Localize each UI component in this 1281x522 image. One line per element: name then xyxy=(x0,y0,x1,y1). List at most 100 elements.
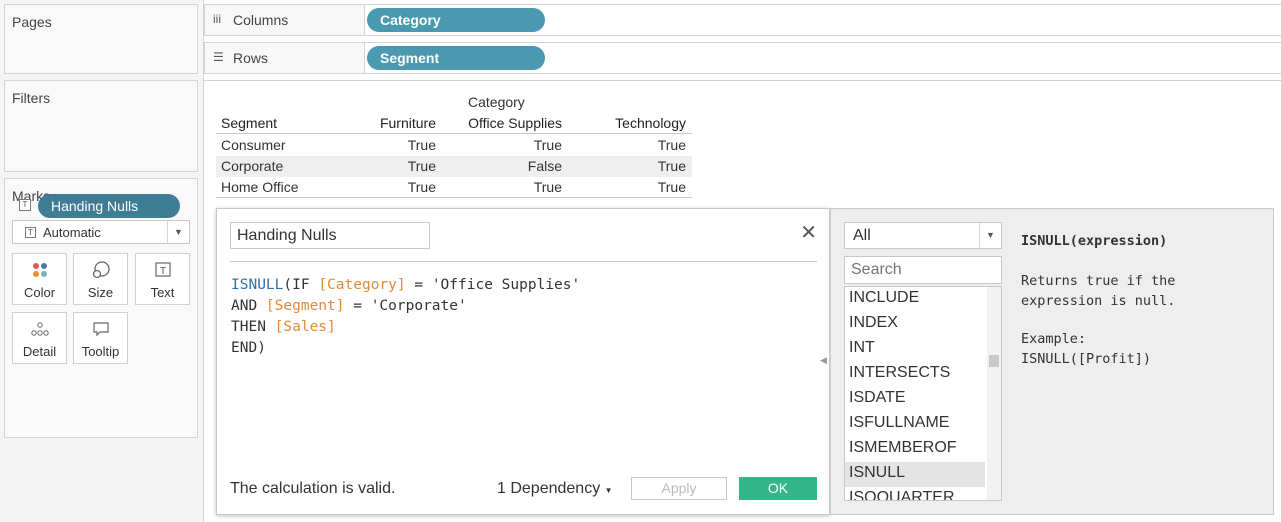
example-code: ISNULL([Profit]) xyxy=(1021,351,1152,367)
dependency-dropdown[interactable]: 1 Dependency ▼ xyxy=(497,480,613,498)
tooltip-label: Tooltip xyxy=(81,344,120,359)
list-item[interactable]: ISFULLNAME xyxy=(845,412,985,437)
table-cell[interactable]: True xyxy=(452,179,562,195)
size-button[interactable]: Size xyxy=(73,253,128,305)
mark-type-dropdown[interactable]: T Automatic ▼ xyxy=(12,220,190,244)
column-group-header: Category xyxy=(468,94,525,110)
table-cell[interactable]: True xyxy=(366,179,436,195)
formula-line[interactable]: THEN [Sales] xyxy=(231,317,580,338)
function-signature: ISNULL(expression) xyxy=(1021,233,1168,249)
list-item[interactable]: INDEX xyxy=(845,312,985,337)
columns-icon: iii xyxy=(213,12,221,26)
col-header[interactable]: Office Supplies xyxy=(452,115,562,131)
category-pill[interactable]: Category xyxy=(367,8,545,32)
rows-shelf-label: ☰ Rows xyxy=(205,43,365,73)
row-label[interactable]: Home Office xyxy=(221,179,299,195)
color-button[interactable]: Color xyxy=(12,253,67,305)
list-item[interactable]: ISDATE xyxy=(845,387,985,412)
calculation-name-input[interactable] xyxy=(230,222,430,249)
function-reference-panel: ◀ All ▼ INCLUDE INDEX INT INTERSECTS ISD… xyxy=(820,208,1274,515)
table-cell[interactable]: True xyxy=(576,137,686,153)
dependency-label: 1 Dependency xyxy=(497,480,601,497)
list-item[interactable]: INT xyxy=(845,337,985,362)
col-header[interactable]: Technology xyxy=(576,115,686,131)
row-label[interactable]: Consumer xyxy=(221,137,286,153)
formula-line[interactable]: END) xyxy=(231,338,580,359)
calculation-editor-dialog: ✕ ISNULL(IF [Category] = 'Office Supplie… xyxy=(216,208,830,515)
color-dots-icon xyxy=(13,260,66,280)
color-label: Color xyxy=(23,285,56,300)
detail-label: Detail xyxy=(22,344,57,359)
collapse-panel-icon[interactable]: ◀ xyxy=(820,355,827,366)
detail-icon xyxy=(13,319,66,339)
ok-button[interactable]: OK xyxy=(739,477,817,500)
rows-shelf[interactable]: ☰ Rows Segment xyxy=(204,42,1281,74)
columns-shelf[interactable]: iii Columns Category xyxy=(204,4,1281,36)
formula-token: END) xyxy=(231,340,266,356)
table-row: Consumer True True True xyxy=(216,135,692,156)
tooltip-button[interactable]: Tooltip xyxy=(73,312,128,364)
columns-label: Columns xyxy=(233,12,289,28)
formula-token: (IF xyxy=(283,277,319,293)
table-row: Corporate True False True xyxy=(216,156,692,177)
close-icon[interactable]: ✕ xyxy=(800,223,817,243)
formula-token: THEN xyxy=(231,319,275,335)
function-list: INCLUDE INDEX INT INTERSECTS ISDATE ISFU… xyxy=(844,286,1002,501)
table-cell[interactable]: False xyxy=(452,158,562,174)
table-cell[interactable]: True xyxy=(576,158,686,174)
pages-card[interactable]: Pages xyxy=(4,4,198,74)
list-item[interactable]: ISOQUARTER xyxy=(845,487,985,500)
mark-pill-handing-nulls[interactable]: Handing Nulls xyxy=(38,194,180,218)
chevron-down-icon: ▼ xyxy=(604,486,613,495)
formula-token: [Category] xyxy=(318,277,406,293)
function-search-input[interactable] xyxy=(844,256,1002,284)
row-label[interactable]: Corporate xyxy=(221,158,283,174)
left-sidebar: Pages Filters Marks T Automatic ▼ Color … xyxy=(0,0,204,522)
formula-line[interactable]: ISNULL(IF [Category] = 'Office Supplies' xyxy=(231,275,580,296)
size-label: Size xyxy=(87,285,114,300)
function-list-scrollbar[interactable] xyxy=(987,287,1001,500)
formula-token: ISNULL xyxy=(231,277,284,293)
scrollbar-thumb[interactable] xyxy=(989,355,999,367)
apply-button[interactable]: Apply xyxy=(631,477,727,500)
rows-label: Rows xyxy=(233,50,269,66)
validation-status: The calculation is valid. xyxy=(230,480,396,497)
function-category-dropdown[interactable]: All ▼ xyxy=(844,222,1002,249)
text-button[interactable]: T Text xyxy=(135,253,190,305)
header-row: Segment Furniture Office Supplies Techno… xyxy=(216,113,692,134)
filters-card[interactable]: Filters xyxy=(4,80,198,172)
formula-editor[interactable]: ISNULL(IF [Category] = 'Office Supplies'… xyxy=(231,275,580,359)
table-cell[interactable]: True xyxy=(576,179,686,195)
list-item[interactable]: INTERSECTS xyxy=(845,362,985,387)
table-cell[interactable]: True xyxy=(366,137,436,153)
list-item[interactable]: ISMEMBEROF xyxy=(845,437,985,462)
list-item-selected[interactable]: ISNULL xyxy=(845,462,985,487)
rows-icon: ☰ xyxy=(213,50,224,64)
text-mark-icon: T xyxy=(25,227,36,238)
function-category-value: All xyxy=(853,227,871,244)
function-description: Returns true if the expression is null. xyxy=(1021,273,1176,309)
pages-title: Pages xyxy=(12,14,52,30)
row-header[interactable]: Segment xyxy=(221,115,277,131)
list-item[interactable]: INCLUDE xyxy=(845,287,985,312)
table-cell[interactable]: True xyxy=(452,137,562,153)
text-label: Text xyxy=(150,285,175,300)
text-encoding-icon: T xyxy=(19,199,31,211)
formula-token: AND xyxy=(231,298,266,314)
svg-text:T: T xyxy=(159,266,165,277)
col-header[interactable]: Furniture xyxy=(366,115,436,131)
size-icon xyxy=(74,260,127,280)
detail-button[interactable]: Detail xyxy=(12,312,67,364)
formula-token: [Segment] xyxy=(265,298,345,314)
table-cell[interactable]: True xyxy=(366,158,436,174)
formula-token: 'Office Supplies' xyxy=(431,277,581,293)
formula-line[interactable]: AND [Segment] = 'Corporate' xyxy=(231,296,580,317)
chevron-down-icon[interactable]: ▼ xyxy=(167,221,189,243)
formula-token: [Sales] xyxy=(274,319,336,335)
formula-token: = xyxy=(405,277,432,293)
chevron-down-icon[interactable]: ▼ xyxy=(979,223,1001,248)
example-heading: Example: xyxy=(1021,331,1087,347)
divider xyxy=(230,261,817,262)
filters-title: Filters xyxy=(12,90,51,106)
segment-pill[interactable]: Segment xyxy=(367,46,545,70)
